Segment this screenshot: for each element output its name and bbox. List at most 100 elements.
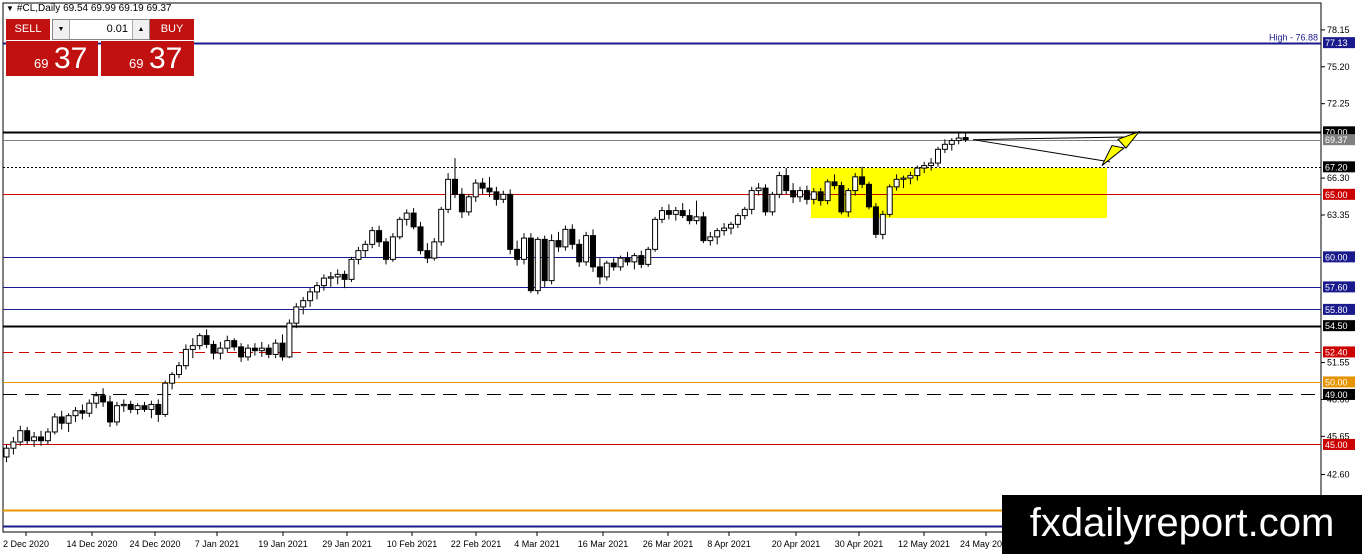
candle-body <box>238 346 245 358</box>
candle-body <box>245 347 251 358</box>
candle-body <box>665 210 672 215</box>
price-label: 67.20 <box>1325 162 1348 172</box>
candle-body <box>452 178 458 195</box>
candle-body <box>100 395 107 403</box>
candle-body <box>286 322 293 358</box>
y-tick-label: 63.35 <box>1327 210 1350 220</box>
chart-area[interactable]: High - 76.88Trap Area - 38.4878.1575.207… <box>0 0 1362 554</box>
candle-body <box>438 208 445 243</box>
price-label: 60.00 <box>1325 252 1348 262</box>
candle-body <box>534 238 541 292</box>
candle-body <box>893 178 900 188</box>
x-tick-label: 30 Apr 2021 <box>835 539 884 549</box>
x-tick-label: 19 Jan 2021 <box>258 539 308 549</box>
candle-body <box>231 340 238 348</box>
candle-body <box>824 181 831 202</box>
price-chart[interactable]: High - 76.88Trap Area - 38.4878.1575.207… <box>0 0 1362 554</box>
candle-body <box>741 208 748 217</box>
candle-body <box>51 416 58 433</box>
candle-body <box>748 190 755 210</box>
price-label: 49.00 <box>1325 390 1348 400</box>
symbol-timeframe: #CL,Daily <box>16 3 61 14</box>
candle-body <box>479 182 486 189</box>
candle-body <box>107 401 113 423</box>
forecast-arrow-icon <box>1117 130 1141 149</box>
lot-increase-icon[interactable]: ▲ <box>132 20 149 39</box>
candle-body <box>728 223 734 229</box>
x-tick-label: 26 Mar 2021 <box>643 539 694 549</box>
candle-body <box>362 243 369 252</box>
candle-body <box>617 257 624 268</box>
candle-body <box>265 347 272 355</box>
candle-body <box>389 236 396 260</box>
candle-body <box>120 403 127 407</box>
candle-body <box>955 137 962 142</box>
forecast-line <box>973 139 1111 163</box>
candle-body <box>24 430 31 442</box>
chart-title: ▼ #CL,Daily 69.54 69.99 69.19 69.37 <box>6 3 172 14</box>
candle-body <box>86 402 93 414</box>
x-tick-label: 24 Dec 2020 <box>129 539 180 549</box>
candle-body <box>293 306 300 324</box>
candle-body <box>348 258 355 280</box>
candle-body <box>562 228 569 248</box>
lot-size-stepper[interactable]: ▼ 0.01 ▲ <box>52 19 150 40</box>
buy-price-button[interactable]: 69 37 <box>101 41 194 76</box>
candle-body <box>645 248 652 265</box>
candle-body <box>300 300 307 308</box>
candle-body <box>762 187 769 213</box>
candle-body <box>113 405 120 423</box>
candle-body <box>610 262 617 268</box>
lot-decrease-icon[interactable]: ▼ <box>53 20 70 39</box>
candle-body <box>810 191 817 200</box>
x-tick-label: 4 Mar 2021 <box>514 539 560 549</box>
candle-body <box>10 441 17 449</box>
candle-body <box>148 403 155 410</box>
candle-body <box>679 210 686 217</box>
candle-body <box>514 248 521 260</box>
candle-body <box>383 241 389 260</box>
candle-body <box>141 405 148 410</box>
candle-body <box>17 430 24 443</box>
x-tick-label: 12 May 2021 <box>898 539 950 549</box>
sell-price-button[interactable]: 69 37 <box>6 41 98 76</box>
candle-body <box>797 190 803 198</box>
candle-body <box>631 255 638 263</box>
x-tick-label: 14 Dec 2020 <box>66 539 117 549</box>
lot-size-input[interactable]: 0.01 <box>71 20 131 39</box>
symbol-dropdown-icon[interactable]: ▼ <box>6 4 14 13</box>
candle-body <box>410 212 417 228</box>
candle-body <box>162 382 169 415</box>
price-label: 50.00 <box>1325 377 1348 387</box>
price-label: 65.00 <box>1325 190 1348 200</box>
price-label: 77.13 <box>1325 38 1348 48</box>
candle-body <box>31 436 38 442</box>
candle-body <box>182 348 189 367</box>
sell-price-small: 69 <box>34 56 49 71</box>
candle-body <box>541 238 548 282</box>
candle-body <box>693 216 700 222</box>
candle-body <box>431 241 438 259</box>
candle-body <box>907 175 914 179</box>
candle-body <box>376 230 383 243</box>
sell-button[interactable]: SELL <box>6 19 50 40</box>
candle-body <box>203 335 210 345</box>
x-tick-label: 22 Feb 2021 <box>451 539 502 549</box>
candle-body <box>624 257 631 263</box>
candle-body <box>355 250 362 260</box>
candle-body <box>334 273 341 278</box>
candle-body <box>583 235 590 263</box>
buy-button[interactable]: BUY <box>150 19 194 40</box>
candle-body <box>417 226 424 252</box>
x-tick-label: 8 Apr 2021 <box>707 539 751 549</box>
candle-body <box>341 273 348 280</box>
candle-body <box>886 186 893 215</box>
y-tick-label: 75.20 <box>1327 62 1350 72</box>
candle-body <box>576 243 583 263</box>
candle-body <box>189 345 196 350</box>
candle-body <box>38 436 44 442</box>
candle-body <box>721 227 728 232</box>
candle-body <box>210 343 217 354</box>
candle-body <box>652 218 659 250</box>
candle-body <box>831 181 838 187</box>
